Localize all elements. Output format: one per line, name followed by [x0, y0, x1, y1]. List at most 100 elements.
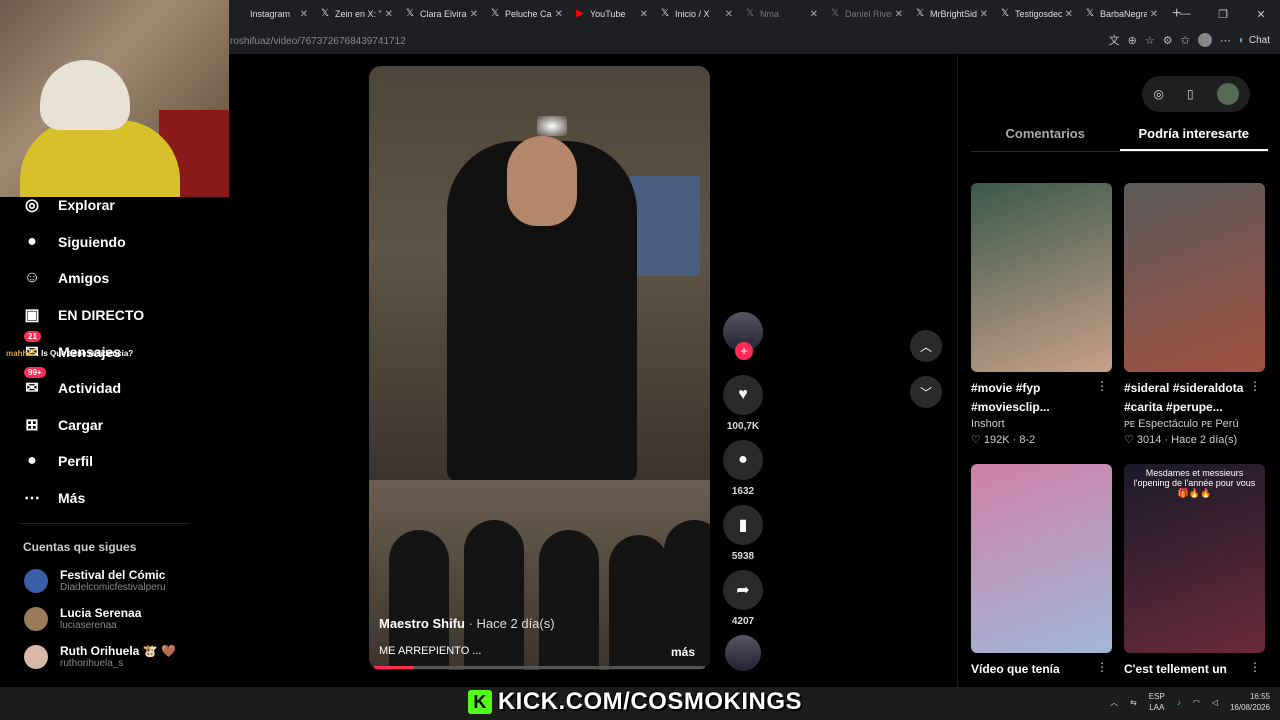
close-tab-icon[interactable]: ✕ [810, 9, 818, 20]
video-thumbnail[interactable] [971, 464, 1112, 653]
more-options-icon[interactable]: ⋮ [1096, 660, 1108, 674]
browser-tab[interactable]: ▶ YouTube ✕ [569, 0, 654, 28]
network-icon[interactable]: ⇆ [1130, 698, 1137, 707]
browser-tab[interactable]: 𝕏 Testigosdeca✕ [994, 0, 1079, 28]
video-author[interactable]: Inshort [971, 418, 1112, 430]
wifi-icon[interactable]: ◠ [1193, 698, 1200, 707]
previous-video-button[interactable]: ︿ [910, 330, 942, 362]
more-options-icon[interactable]: ⋮ [1249, 379, 1261, 393]
close-tab-icon[interactable]: ✕ [385, 9, 393, 20]
browser-tab[interactable]: 𝕏 Peluche Calig✕ [484, 0, 569, 28]
more-menu-icon[interactable]: ⋯ [1220, 34, 1231, 47]
browser-tab[interactable]: 𝕏 Clara Elvira O✕ [399, 0, 484, 28]
recommended-video-card[interactable]: Mesdames et messieurs l'opening de l'ann… [1124, 464, 1265, 679]
clock[interactable]: 16:55 16/08/2026 [1230, 691, 1270, 713]
video-progress-bar[interactable] [374, 666, 705, 669]
bookmark-star-icon[interactable]: ☆ [1145, 34, 1155, 47]
following-account[interactable]: Lucia Serenaa luciaserenaa [24, 606, 141, 631]
like-action[interactable]: ♥ 100,7K [722, 375, 764, 432]
tab-comments[interactable]: Comentarios [971, 122, 1120, 151]
following-account[interactable]: Ruth Orihuela 🐮 🤎 ruthorihuela_s [24, 644, 176, 669]
tab-recommended[interactable]: Podría interesarte [1119, 122, 1268, 151]
video-thumbnail[interactable]: Mesdames et messieurs l'opening de l'ann… [1124, 464, 1265, 653]
like-count: 100,7K [726, 421, 760, 432]
close-tab-icon[interactable]: ✕ [640, 9, 648, 20]
browser-tab[interactable]: 𝕏 BarbaNegra ✕ [1079, 0, 1164, 28]
close-tab-icon[interactable]: ✕ [555, 9, 563, 20]
browser-tab[interactable]: 𝕏 MrBrightSide✕ [909, 0, 994, 28]
profile-avatar[interactable] [1197, 33, 1212, 47]
recommended-video-card[interactable]: #movie #fyp #moviesclip... ⋮ Inshort ♡ 192K… [971, 183, 1112, 446]
browser-tab[interactable]: 𝕏 Inicio / X ✕ [654, 0, 739, 28]
comment-action[interactable]: ● 1632 [722, 440, 764, 497]
video-player[interactable]: Maestro Shifu · Hace 2 día(s) ME ARREPIE… [369, 66, 710, 670]
close-tab-icon[interactable]: ✕ [470, 9, 478, 20]
video-title[interactable]: Vídeo que tenía [971, 660, 1096, 679]
bookmark-icon[interactable]: ▮ [723, 505, 763, 545]
video-thumbnail[interactable] [971, 183, 1112, 372]
close-tab-icon[interactable]: ✕ [895, 9, 903, 20]
close-tab-icon[interactable]: ✕ [300, 9, 308, 20]
heart-icon[interactable]: ♥ [723, 375, 763, 415]
more-options-icon[interactable]: ⋮ [1249, 660, 1261, 674]
sidebar-item-actividad[interactable]: ✉ 99+ Actividad [20, 367, 121, 400]
favorites-icon[interactable]: ✩ [1181, 34, 1190, 47]
x-icon: 𝕏 [405, 8, 415, 19]
video-title[interactable]: #sideral #sideraldota #carita #perupe... [1124, 379, 1249, 417]
sidebar-item-en-directo[interactable]: ▣ EN DIRECTO [20, 303, 144, 327]
comment-icon[interactable]: ● [723, 440, 763, 480]
account-handle: luciaserenaa [60, 620, 117, 631]
close-tab-icon[interactable]: ✕ [1065, 9, 1073, 20]
extensions-icon[interactable]: ⚙ [1163, 34, 1173, 47]
browser-tab[interactable]: 𝕏 Daniel Rivera✕ [824, 0, 909, 28]
close-tab-icon[interactable]: ✕ [980, 9, 988, 20]
restore-icon[interactable]: ❐ [1204, 8, 1242, 21]
close-tab-icon[interactable]: ✕ [1150, 9, 1158, 20]
share-action[interactable]: ➦ 4207 [722, 570, 764, 627]
translate-icon[interactable]: 文 [1109, 32, 1120, 48]
sidebar-item-siguiendo[interactable]: ● Siguiendo [20, 230, 126, 254]
sound-disc-icon[interactable] [725, 635, 761, 671]
sidebar-item-más[interactable]: ⋯ Más [20, 486, 85, 510]
recommended-video-card[interactable]: Vídeo que tenía ⋮ [971, 464, 1112, 679]
minimize-icon[interactable]: — [1166, 8, 1204, 20]
microphone-icon[interactable]: ♪ [1177, 698, 1181, 707]
author-avatar-action[interactable]: + [722, 312, 764, 360]
following-account[interactable]: Festival del Cómic Diadelcomicfestivalper… [24, 568, 166, 593]
sound-disc-action[interactable] [722, 635, 764, 671]
browser-tab[interactable]: 𝕏 Nma ✕ [739, 0, 824, 28]
video-thumbnail[interactable] [1124, 183, 1265, 372]
video-author[interactable]: ᴘᴇ Espectáculo ᴘᴇ Perú [1124, 418, 1265, 430]
more-link[interactable]: más [671, 645, 695, 659]
author-avatar[interactable]: + [723, 312, 763, 360]
recommended-video-card[interactable]: #sideral #sideraldota #carita #perupe...… [1124, 183, 1265, 446]
video-author[interactable]: Maestro Shifu [379, 616, 465, 631]
sidebar-item-cargar[interactable]: ⊞ Cargar [20, 413, 103, 437]
sidebar-item-label: Siguiendo [58, 234, 126, 250]
chevron-up-icon[interactable]: ︿ [1110, 697, 1118, 708]
user-avatar[interactable] [1216, 83, 1239, 105]
account-name: Ruth Orihuela 🐮 🤎 [60, 644, 176, 658]
close-window-icon[interactable]: ✕ [1242, 8, 1280, 21]
explore-compass-icon[interactable]: ◎ [1153, 87, 1163, 101]
close-tab-icon[interactable]: ✕ [725, 9, 733, 20]
sidebar-item-perfil[interactable]: ● Perfil [20, 449, 93, 473]
browser-tab[interactable]: Instagram ✕ [229, 0, 314, 28]
zoom-icon[interactable]: ⊕ [1128, 34, 1137, 47]
follow-plus-icon[interactable]: + [735, 342, 753, 360]
share-icon[interactable]: ➦ [723, 570, 763, 610]
url-text[interactable]: roshifuaz/video/7673726768439741712 [230, 36, 406, 47]
language-indicator[interactable]: ESP LAA [1149, 691, 1165, 713]
video-title[interactable]: C'est tellement un [1124, 660, 1249, 679]
save-action[interactable]: ▮ 5938 [722, 505, 764, 562]
account-text: Festival del Cómic Diadelcomicfestivalper… [60, 568, 166, 593]
volume-icon[interactable]: ◁ [1212, 698, 1218, 707]
next-video-button[interactable]: ﹀ [910, 376, 942, 408]
mobile-device-icon[interactable]: ▯ [1187, 87, 1194, 101]
video-stats: ♡ 192K · 8-2 [971, 434, 1036, 446]
browser-tab[interactable]: 𝕏 Zein en X: "V✕ [314, 0, 399, 28]
sidebar-item-amigos[interactable]: ☺ Amigos [20, 266, 110, 290]
video-title[interactable]: #movie #fyp #moviesclip... [971, 379, 1096, 417]
more-options-icon[interactable]: ⋮ [1096, 379, 1108, 393]
chat-button[interactable]: ◐ Chat [1239, 35, 1270, 46]
